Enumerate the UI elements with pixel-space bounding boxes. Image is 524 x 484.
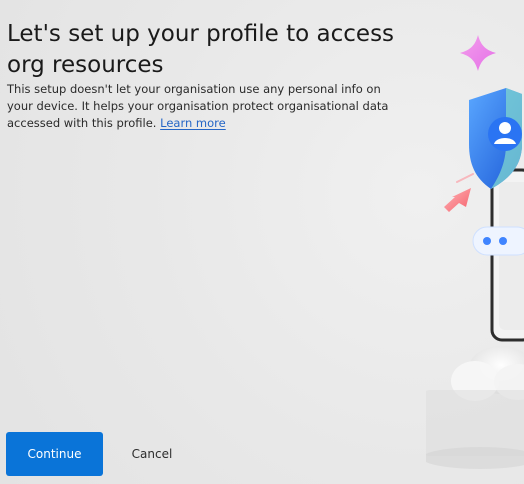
profile-illustration xyxy=(426,35,524,469)
setup-description: This setup doesn't let your organisation… xyxy=(7,81,407,132)
learn-more-link[interactable]: Learn more xyxy=(160,116,226,130)
continue-button[interactable]: Continue xyxy=(6,432,103,476)
cloud-icon xyxy=(426,346,524,469)
sparkle-icon xyxy=(460,35,496,71)
profile-setup-page: Let's set up your profile to access org … xyxy=(0,0,524,484)
page-title: Let's set up your profile to access org … xyxy=(7,21,395,79)
cancel-button[interactable]: Cancel xyxy=(120,432,184,476)
password-dots-icon xyxy=(472,226,524,256)
cursor-arrow-icon xyxy=(444,173,474,212)
